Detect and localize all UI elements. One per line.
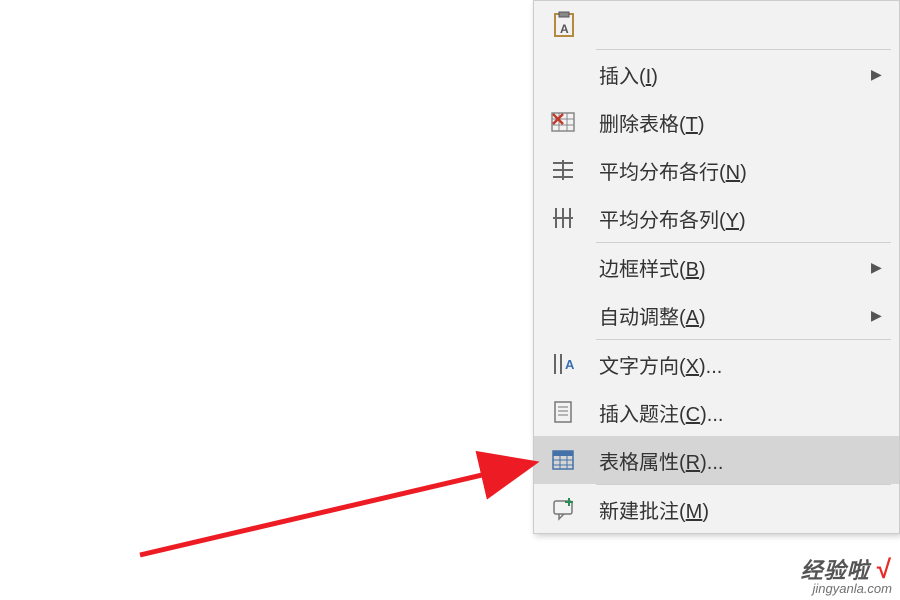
- table-properties-icon: [549, 446, 599, 474]
- menu-item-distribute-cols[interactable]: 平均分布各列(Y): [534, 194, 899, 242]
- submenu-arrow-icon: ▶: [871, 66, 887, 83]
- distribute-cols-icon: [549, 204, 599, 232]
- menu-item-insert-caption[interactable]: 插入题注(C)...: [534, 388, 899, 436]
- menu-item-distribute-rows[interactable]: 平均分布各行(N): [534, 146, 899, 194]
- submenu-arrow-icon: ▶: [871, 259, 887, 276]
- submenu-arrow-icon: ▶: [871, 307, 887, 324]
- menu-item-border-style[interactable]: 边框样式(B) ▶: [534, 243, 899, 291]
- menu-label: 插入(I): [599, 60, 871, 89]
- svg-text:A: A: [565, 357, 575, 372]
- menu-label: 删除表格(T): [599, 108, 871, 137]
- menu-item-table-properties[interactable]: 表格属性(R)...: [534, 436, 899, 484]
- new-comment-icon: [549, 495, 599, 523]
- context-menu: A 插入(I) ▶ 删除表格(T): [533, 0, 900, 534]
- menu-item-insert[interactable]: 插入(I) ▶: [534, 50, 899, 98]
- annotation-arrow: [130, 430, 550, 575]
- menu-item-new-comment[interactable]: 新建批注(M): [534, 485, 899, 533]
- menu-item-delete-table[interactable]: 删除表格(T): [534, 98, 899, 146]
- menu-item-text-direction[interactable]: A 文字方向(X)...: [534, 340, 899, 388]
- menu-item-auto-fit[interactable]: 自动调整(A) ▶: [534, 291, 899, 339]
- menu-label: 新建批注(M): [599, 495, 871, 524]
- caption-icon: [549, 398, 599, 426]
- watermark-text: 经验啦: [801, 558, 870, 583]
- watermark-url: jingyanla.com: [801, 581, 892, 596]
- menu-label: 平均分布各列(Y): [599, 204, 871, 233]
- menu-label: 文字方向(X)...: [599, 350, 871, 379]
- check-icon: √: [877, 554, 892, 584]
- menu-label: 插入题注(C)...: [599, 398, 871, 427]
- delete-table-icon: [549, 108, 599, 136]
- paste-options-row[interactable]: A: [534, 1, 899, 49]
- text-direction-icon: A: [549, 350, 599, 378]
- paste-icon: A: [549, 10, 599, 40]
- svg-text:A: A: [560, 22, 569, 36]
- menu-label: 表格属性(R)...: [599, 446, 871, 475]
- menu-label: 平均分布各行(N): [599, 156, 871, 185]
- menu-label: 边框样式(B): [599, 253, 871, 282]
- menu-label: 自动调整(A): [599, 301, 871, 330]
- distribute-rows-icon: [549, 156, 599, 184]
- watermark: 经验啦 √ jingyanla.com: [801, 553, 892, 596]
